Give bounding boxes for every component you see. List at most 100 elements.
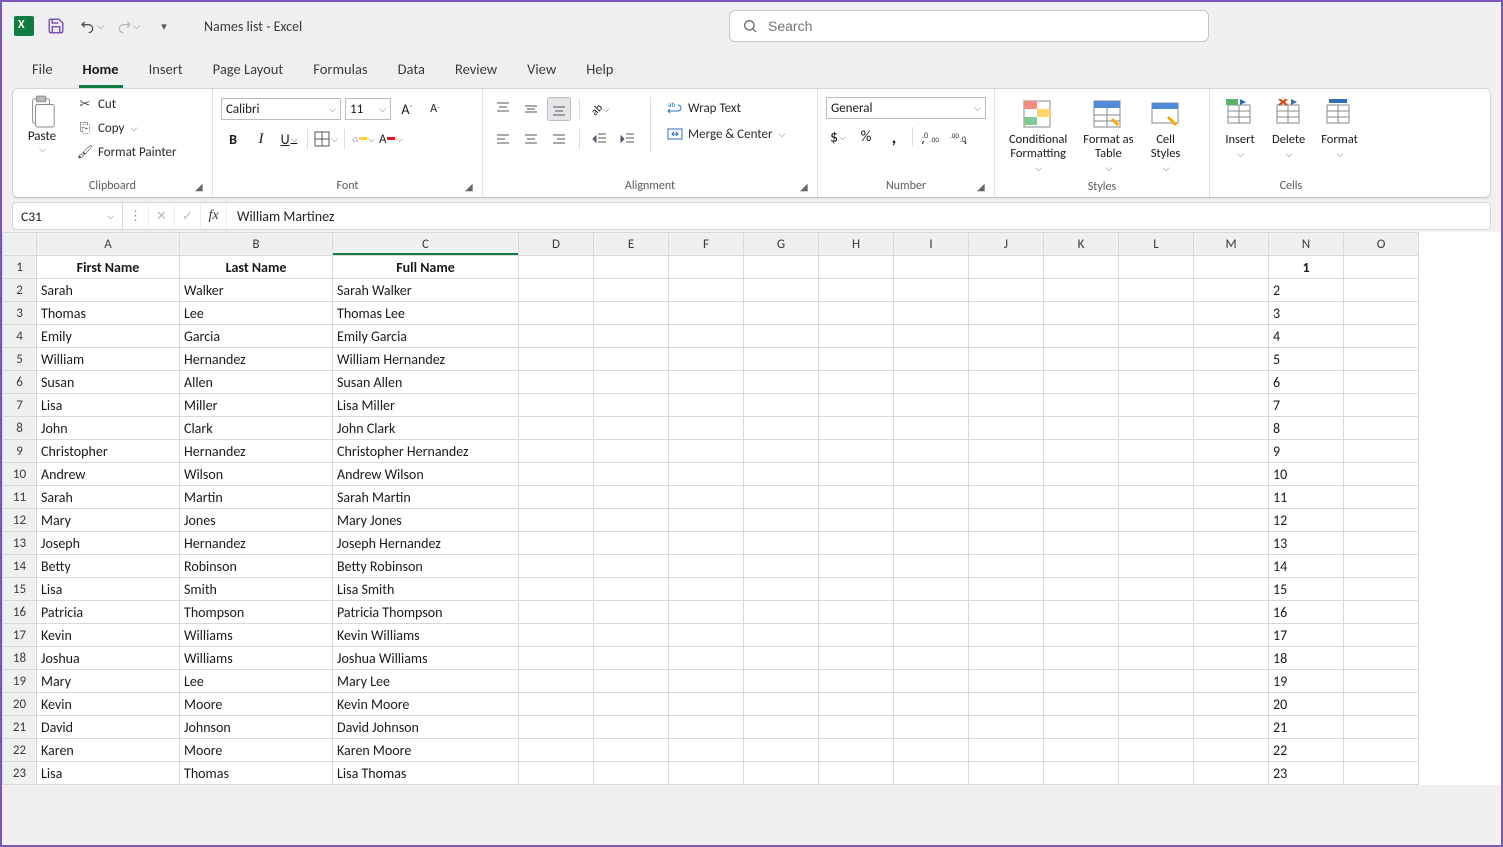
column-header-E[interactable]: E (594, 233, 669, 256)
cell-E17[interactable] (594, 624, 669, 647)
cell-B11[interactable]: Martin (180, 486, 333, 509)
align-bottom-button[interactable] (547, 97, 571, 121)
cell-F21[interactable] (669, 716, 744, 739)
cell-J22[interactable] (969, 739, 1044, 762)
cell-K8[interactable] (1044, 417, 1119, 440)
cell-K23[interactable] (1044, 762, 1119, 785)
cell-F12[interactable] (669, 509, 744, 532)
cell-K18[interactable] (1044, 647, 1119, 670)
cell-G14[interactable] (744, 555, 819, 578)
cell-O19[interactable] (1344, 670, 1419, 693)
cell-F17[interactable] (669, 624, 744, 647)
cell-I15[interactable] (894, 578, 969, 601)
cell-E20[interactable] (594, 693, 669, 716)
cell-E2[interactable] (594, 279, 669, 302)
name-box[interactable]: C31⌵ (13, 203, 123, 229)
cell-M10[interactable] (1194, 463, 1269, 486)
cell-C20[interactable]: Kevin Moore (333, 693, 519, 716)
cell-B12[interactable]: Jones (180, 509, 333, 532)
cell-O7[interactable] (1344, 394, 1419, 417)
cell-L20[interactable] (1119, 693, 1194, 716)
cell-K19[interactable] (1044, 670, 1119, 693)
cell-B6[interactable]: Allen (180, 371, 333, 394)
cell-H13[interactable] (819, 532, 894, 555)
row-header-9[interactable]: 9 (3, 440, 37, 463)
tab-insert[interactable]: Insert (145, 52, 187, 88)
cell-N6[interactable]: 6 (1269, 371, 1344, 394)
cancel-formula-button[interactable]: ✕ (149, 203, 175, 229)
decrease-decimal-button[interactable]: .00.0 (947, 125, 971, 149)
cell-D15[interactable] (519, 578, 594, 601)
cell-J18[interactable] (969, 647, 1044, 670)
cell-A5[interactable]: William (37, 348, 180, 371)
cell-O14[interactable] (1344, 555, 1419, 578)
row-header-16[interactable]: 16 (3, 601, 37, 624)
cell-I9[interactable] (894, 440, 969, 463)
row-header-13[interactable]: 13 (3, 532, 37, 555)
column-header-B[interactable]: B (180, 233, 333, 256)
cell-G15[interactable] (744, 578, 819, 601)
cut-button[interactable]: ✂Cut (71, 93, 183, 115)
select-all-corner[interactable] (3, 233, 37, 256)
cell-M4[interactable] (1194, 325, 1269, 348)
cell-N11[interactable]: 11 (1269, 486, 1344, 509)
cell-G9[interactable] (744, 440, 819, 463)
cell-C6[interactable]: Susan Allen (333, 371, 519, 394)
cell-B5[interactable]: Hernandez (180, 348, 333, 371)
cell-D23[interactable] (519, 762, 594, 785)
cell-O10[interactable] (1344, 463, 1419, 486)
cell-D19[interactable] (519, 670, 594, 693)
cell-D4[interactable] (519, 325, 594, 348)
cell-D13[interactable] (519, 532, 594, 555)
cell-E7[interactable] (594, 394, 669, 417)
cell-H15[interactable] (819, 578, 894, 601)
cell-K10[interactable] (1044, 463, 1119, 486)
cell-H1[interactable] (819, 256, 894, 279)
cell-A12[interactable]: Mary (37, 509, 180, 532)
cell-C1[interactable]: Full Name (333, 256, 519, 279)
cell-O15[interactable] (1344, 578, 1419, 601)
cell-J9[interactable] (969, 440, 1044, 463)
cell-L15[interactable] (1119, 578, 1194, 601)
cell-K9[interactable] (1044, 440, 1119, 463)
cell-M5[interactable] (1194, 348, 1269, 371)
worksheet-grid[interactable]: ABCDEFGHIJKLMNO1First NameLast NameFull … (2, 232, 1501, 785)
cell-C4[interactable]: Emily Garcia (333, 325, 519, 348)
cell-E8[interactable] (594, 417, 669, 440)
cell-B21[interactable]: Johnson (180, 716, 333, 739)
tab-file[interactable]: File (28, 52, 57, 88)
comma-format-button[interactable]: , (882, 125, 906, 149)
cell-M22[interactable] (1194, 739, 1269, 762)
cell-G11[interactable] (744, 486, 819, 509)
column-header-L[interactable]: L (1119, 233, 1194, 256)
cell-G12[interactable] (744, 509, 819, 532)
cell-M7[interactable] (1194, 394, 1269, 417)
insert-function-button[interactable]: fx (201, 203, 227, 229)
cell-J20[interactable] (969, 693, 1044, 716)
row-header-19[interactable]: 19 (3, 670, 37, 693)
tab-help[interactable]: Help (582, 52, 617, 88)
font-name-select[interactable]: Calibri⌵ (221, 98, 341, 120)
cell-I16[interactable] (894, 601, 969, 624)
paste-button[interactable]: Paste ⌵ (21, 93, 63, 157)
cell-M9[interactable] (1194, 440, 1269, 463)
cell-N15[interactable]: 15 (1269, 578, 1344, 601)
cell-M17[interactable] (1194, 624, 1269, 647)
cell-J6[interactable] (969, 371, 1044, 394)
cell-G2[interactable] (744, 279, 819, 302)
cell-N8[interactable]: 8 (1269, 417, 1344, 440)
cell-L7[interactable] (1119, 394, 1194, 417)
cell-M23[interactable] (1194, 762, 1269, 785)
cell-M18[interactable] (1194, 647, 1269, 670)
cell-L14[interactable] (1119, 555, 1194, 578)
cell-C9[interactable]: Christopher Hernandez (333, 440, 519, 463)
cell-I2[interactable] (894, 279, 969, 302)
cell-L18[interactable] (1119, 647, 1194, 670)
percent-format-button[interactable]: % (854, 125, 878, 149)
formula-bar-expand[interactable]: ⋮ (123, 203, 149, 229)
row-header-17[interactable]: 17 (3, 624, 37, 647)
cell-E11[interactable] (594, 486, 669, 509)
row-header-2[interactable]: 2 (3, 279, 37, 302)
cell-I17[interactable] (894, 624, 969, 647)
cell-J5[interactable] (969, 348, 1044, 371)
